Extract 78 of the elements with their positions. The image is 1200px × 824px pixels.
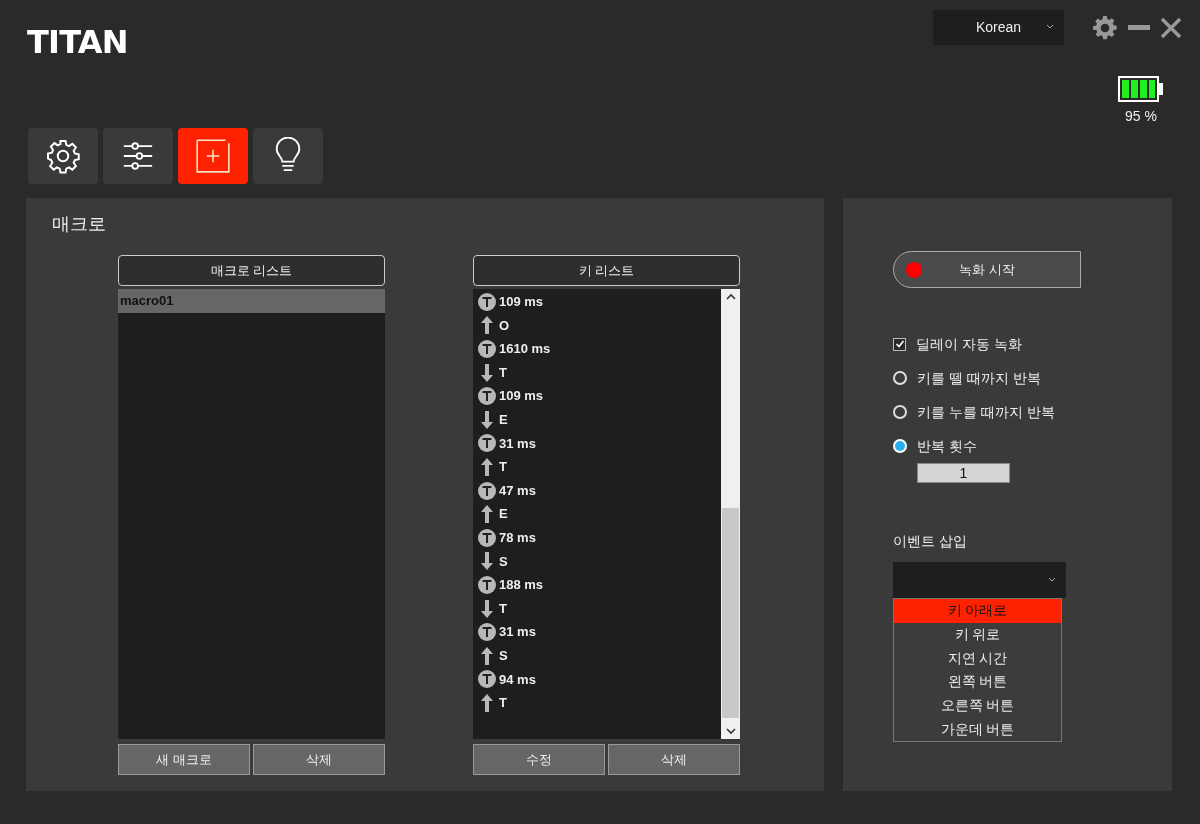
timer-t-icon — [478, 670, 496, 689]
down-arrow-icon — [480, 362, 494, 383]
key-event[interactable]: 47 ms — [499, 480, 536, 501]
key-event[interactable]: T — [499, 693, 507, 713]
dropdown-option[interactable]: 가운데 버튼 — [894, 717, 1061, 742]
titan-logo: TITAN — [27, 26, 128, 58]
key-list-header[interactable]: 키 리스트 — [473, 255, 740, 286]
down-arrow-icon — [480, 551, 494, 572]
repeat-count-field[interactable]: 1 — [917, 463, 1010, 483]
timer-t-icon — [478, 528, 496, 547]
key-event[interactable]: O — [499, 315, 510, 336]
key-event[interactable]: 188 ms — [499, 575, 544, 595]
key-event[interactable]: E — [499, 410, 508, 430]
timer-t-icon — [478, 434, 496, 453]
dropdown-option[interactable]: 오른쪽 버튼 — [894, 693, 1061, 718]
key-event[interactable]: 31 ms — [499, 622, 536, 642]
timer-t-icon — [478, 292, 496, 311]
event-insert-label: 이벤트 삽입 — [893, 532, 968, 551]
option-label: 키를 뗄 때까지 반복 — [917, 368, 1041, 388]
tab[interactable] — [103, 128, 173, 184]
key-event[interactable]: 78 ms — [499, 528, 536, 548]
up-arrow-icon — [480, 692, 494, 713]
timer-t-icon — [478, 340, 496, 358]
macro-action-button[interactable]: 새 매크로 — [118, 744, 250, 775]
timer-t-icon — [478, 481, 496, 500]
key-event[interactable]: 109 ms — [499, 292, 544, 312]
language-dropdown[interactable]: Korean — [933, 10, 1064, 45]
timer-t-icon — [478, 387, 496, 406]
battery-icon — [1118, 76, 1164, 102]
radio-button[interactable] — [893, 405, 907, 419]
chevron-down-icon — [1048, 577, 1056, 583]
panel-title: 매크로 — [52, 213, 107, 236]
option-label: 반복 횟수 — [917, 436, 977, 456]
macro-list-header[interactable]: 매크로 리스트 — [118, 255, 385, 286]
dropdown-option[interactable]: 키 아래로 — [894, 599, 1061, 623]
record-dot-icon — [906, 261, 922, 278]
macro-action-button[interactable]: 삭제 — [253, 744, 385, 775]
chevron-down-icon — [1046, 24, 1054, 30]
tab[interactable] — [28, 128, 98, 184]
key-event[interactable]: S — [499, 551, 508, 572]
key-event[interactable]: 109 ms — [499, 386, 544, 406]
minimize-icon[interactable] — [1128, 24, 1150, 31]
scrollbar[interactable] — [721, 289, 740, 739]
option-label: 딜레이 자동 녹화 — [916, 334, 1022, 354]
key-event[interactable]: 31 ms — [499, 433, 536, 454]
dropdown-option[interactable]: 키 위로 — [894, 622, 1061, 647]
down-arrow-icon — [480, 409, 494, 430]
option-label: 키를 누를 때까지 반복 — [917, 402, 1055, 422]
down-arrow-icon — [480, 598, 494, 619]
key-event[interactable]: 1610 ms — [499, 339, 551, 359]
up-arrow-icon — [480, 315, 494, 336]
sliders-icon — [121, 139, 155, 173]
timer-t-icon — [478, 575, 496, 594]
key-event[interactable]: T — [499, 457, 507, 477]
key-action-button[interactable]: 삭제 — [608, 744, 740, 775]
scroll-up-icon[interactable] — [725, 293, 736, 300]
settings-icon — [45, 138, 81, 174]
key-event[interactable]: E — [499, 504, 508, 524]
battery-percentage: 95 % — [1125, 107, 1157, 126]
dropdown-option[interactable]: 왼쪽 버튼 — [894, 670, 1061, 694]
scroll-down-icon[interactable] — [725, 728, 736, 735]
settings-icon[interactable] — [1092, 14, 1118, 41]
key-event[interactable]: T — [499, 598, 507, 619]
scrollbar-thumb[interactable] — [722, 508, 739, 718]
key-event[interactable]: S — [499, 645, 508, 666]
key-event[interactable]: T — [499, 362, 507, 383]
checkbox[interactable] — [893, 337, 906, 351]
key-action-button[interactable]: 수정 — [473, 744, 605, 775]
key-event[interactable]: 94 ms — [499, 669, 536, 690]
tab[interactable] — [253, 128, 323, 184]
up-arrow-icon — [480, 645, 494, 666]
radio-button[interactable] — [893, 371, 907, 385]
dropdown-option[interactable]: 지연 시간 — [894, 646, 1061, 671]
timer-t-icon — [478, 623, 496, 642]
up-arrow-icon — [480, 456, 494, 477]
record-start-button[interactable]: 녹화 시작 — [893, 251, 1081, 288]
up-arrow-icon — [480, 504, 494, 525]
close-icon[interactable] — [1160, 16, 1182, 39]
